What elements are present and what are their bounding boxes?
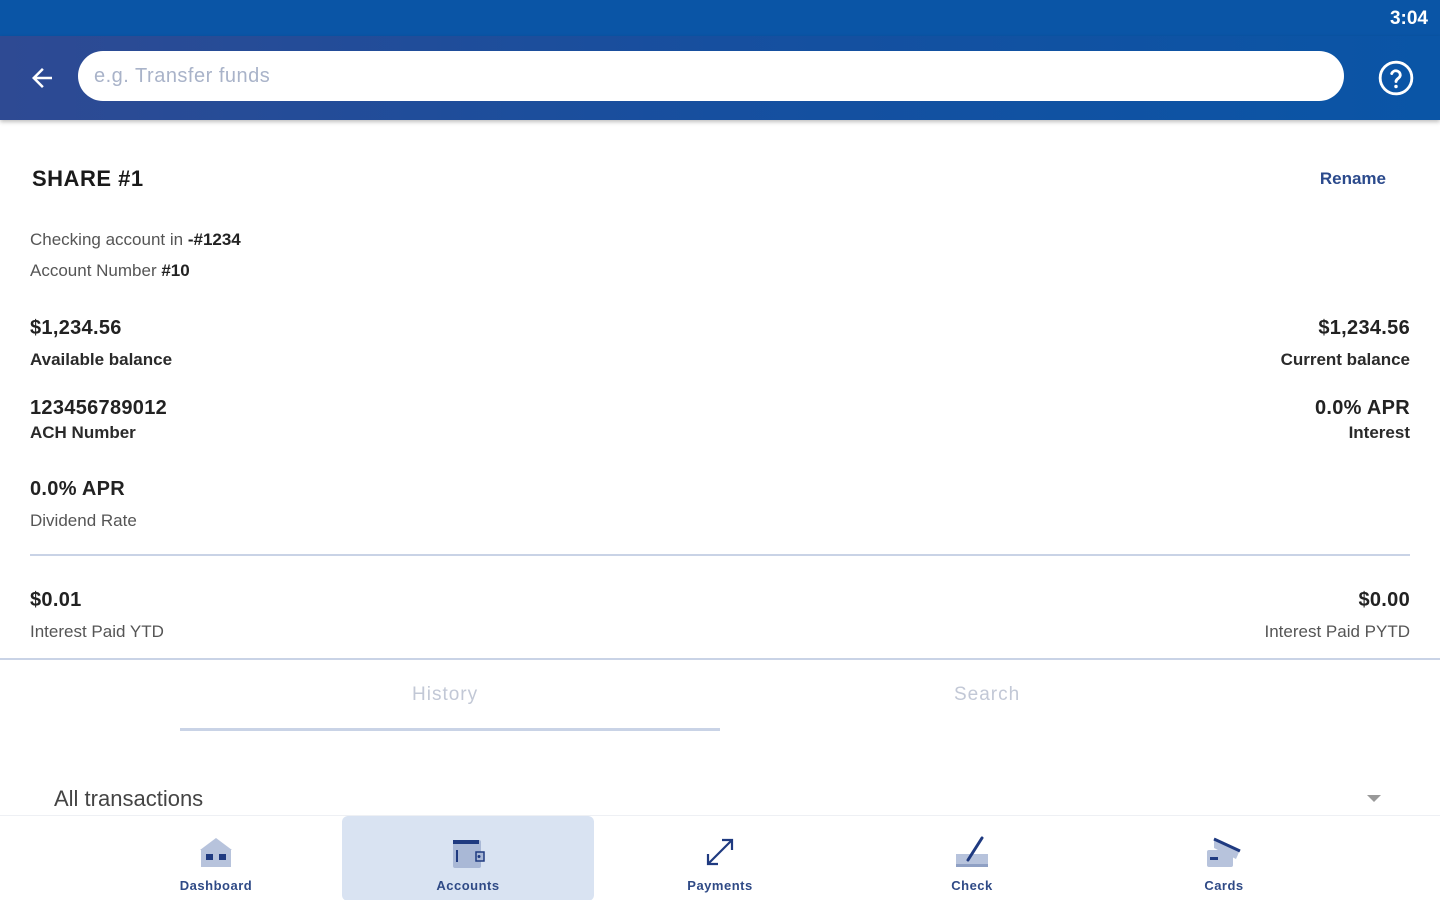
interest-paid-pytd-label: Interest Paid PYTD — [1264, 622, 1410, 641]
dividend-rate-label: Dividend Rate — [30, 511, 137, 530]
nav-cards-label: Cards — [1204, 878, 1244, 893]
account-number: #10 — [161, 261, 190, 280]
bottom-navigation: Dashboard Accounts Payments Check Cards — [0, 815, 1440, 900]
interest-paid-pytd-value: $0.00 — [1358, 589, 1410, 611]
nav-cards[interactable]: Cards — [1098, 816, 1350, 900]
status-time: 3:04 — [1389, 8, 1428, 29]
transaction-filter-value: All transactions — [54, 786, 204, 811]
nav-accounts-label: Accounts — [436, 878, 500, 893]
arrow-back-icon — [32, 68, 52, 88]
check-deposit-icon — [956, 836, 988, 867]
checking-prefix: Checking account in — [30, 230, 188, 249]
nav-accounts[interactable]: Accounts — [342, 816, 594, 900]
current-balance-label: Current balance — [1280, 350, 1410, 369]
nav-dashboard[interactable]: Dashboard — [90, 816, 342, 900]
section-divider — [30, 554, 1410, 556]
dividend-rate-value: 0.0% APR — [30, 478, 126, 500]
nav-payments[interactable]: Payments — [594, 816, 846, 900]
ach-number-value: 123456789012 — [30, 397, 168, 419]
ach-number-label: ACH Number — [30, 423, 136, 442]
wallet-icon — [453, 840, 485, 868]
help-button[interactable] — [1374, 56, 1418, 100]
nav-check-label: Check — [951, 878, 993, 893]
account-title: SHARE #1 — [32, 166, 144, 191]
rename-button[interactable]: Rename — [1320, 169, 1386, 189]
interest-label: Interest — [1348, 423, 1410, 442]
available-balance-value: $1,234.56 — [30, 317, 122, 339]
interest-paid-ytd-value: $0.01 — [30, 589, 82, 611]
tab-indicator — [180, 728, 720, 731]
nav-payments-label: Payments — [687, 878, 753, 893]
interest-paid-ytd-label: Interest Paid YTD — [30, 622, 164, 641]
available-balance-label: Available balance — [30, 350, 173, 369]
checking-account-info: Checking account in -#1234 — [30, 230, 241, 250]
dashboard-icon — [200, 838, 232, 867]
chevron-down-icon — [1367, 795, 1381, 802]
account-number-info: Account Number #10 — [30, 261, 190, 281]
nav-check[interactable]: Check — [846, 816, 1098, 900]
app-bar — [0, 36, 1440, 120]
interest-value: 0.0% APR — [1314, 397, 1410, 419]
tab-history[interactable]: History — [412, 684, 478, 706]
account-number-prefix: Account Number — [30, 261, 162, 280]
search-input[interactable] — [78, 51, 1344, 101]
help-circle-icon — [1378, 60, 1414, 96]
nav-dashboard-label: Dashboard — [179, 878, 253, 893]
cards-icon — [1207, 837, 1241, 867]
transfer-arrows-icon — [706, 838, 734, 866]
details-bottom-divider — [0, 658, 1440, 660]
checking-number: -#1234 — [187, 230, 241, 249]
tab-search[interactable]: Search — [954, 684, 1020, 706]
current-balance-value: $1,234.56 — [1318, 317, 1410, 339]
back-button[interactable] — [22, 58, 62, 98]
status-bar: 3:04 — [0, 0, 1440, 36]
